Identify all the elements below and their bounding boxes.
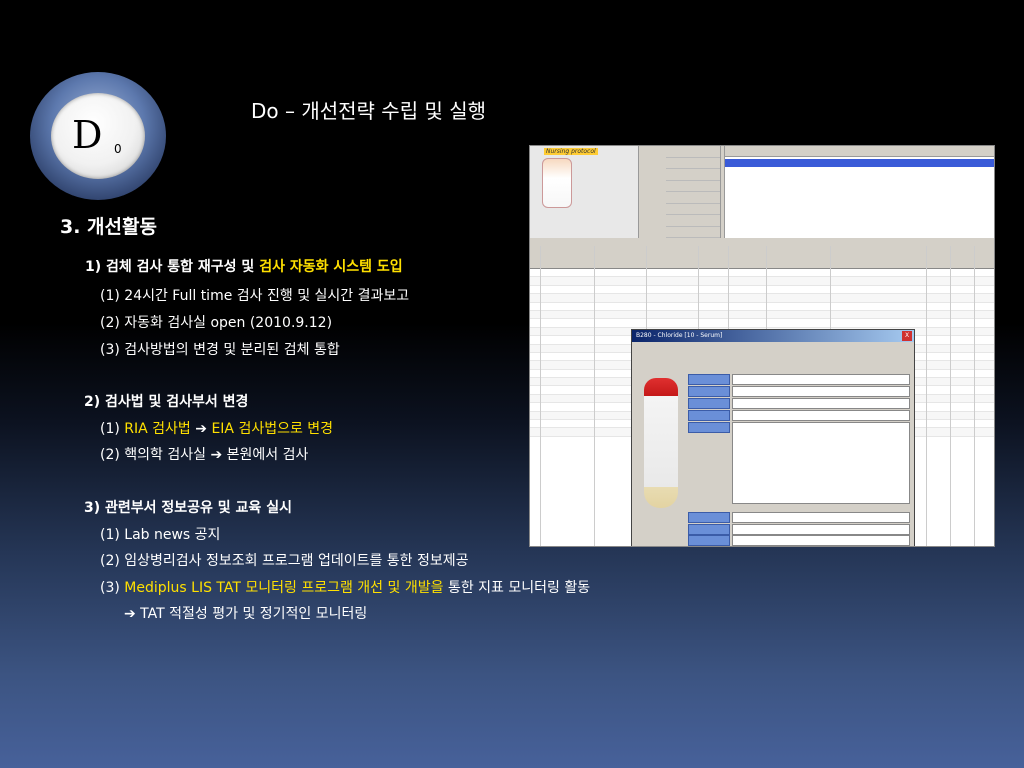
item-2-1-ria: RIA 검사법 bbox=[124, 421, 191, 437]
blood-tube-image bbox=[644, 378, 678, 508]
arrow-icon: ➔ bbox=[195, 421, 207, 437]
dialog-titlebar: B280 - Chloride [10 - Serum] bbox=[632, 330, 914, 342]
item-3-2: (2) 임상병리검사 정보조회 프로그램 업데이트를 통한 정보제공 bbox=[100, 553, 469, 569]
item-3-3: (3) Mediplus LIS TAT 모니터링 프로그램 개선 및 개발을 … bbox=[100, 577, 590, 597]
item-3-3-highlight: Mediplus LIS TAT 모니터링 프로그램 개선 및 개발을 bbox=[124, 580, 444, 596]
item-3-3-prefix: (3) bbox=[100, 580, 125, 596]
item-2-1-prefix: (1) bbox=[100, 421, 125, 437]
section-heading: 3. 개선활동 bbox=[60, 216, 157, 238]
slide-title: Do – 개선전략 수립 및 실행 bbox=[251, 99, 487, 123]
item-3-3-suffix: 통한 지표 모니터링 활동 bbox=[443, 580, 591, 596]
diagnosis-pane bbox=[724, 146, 994, 238]
item-2-heading: 2) 검사법 및 검사부서 변경 bbox=[84, 394, 249, 410]
item-1-heading: 1) 검체 검사 통합 재구성 및 검사 자동화 시스템 도입 bbox=[85, 256, 403, 276]
item-1-1: (1) 24시간 Full time 검사 진행 및 실시간 결과보고 bbox=[100, 288, 410, 304]
item-3-1: (1) Lab news 공지 bbox=[100, 527, 221, 543]
item-2-1-eia: EIA 검사법으로 변경 bbox=[211, 421, 334, 437]
nursing-protocol-label: Nursing protocol bbox=[544, 148, 598, 155]
emr-screenshot: Nursing protocol B280 - Chloride [10 - S… bbox=[529, 145, 995, 547]
item-1-prefix: 1) 검체 검사 통합 재구성 및 bbox=[85, 259, 260, 275]
badge-letter: D bbox=[72, 113, 103, 157]
item-3-heading: 3) 관련부서 정보공유 및 교육 실시 bbox=[84, 500, 292, 516]
nursing-protocol-panel: Nursing protocol bbox=[530, 146, 639, 238]
item-1-2: (2) 자동화 검사실 open (2010.9.12) bbox=[100, 315, 333, 331]
selected-row bbox=[725, 159, 994, 167]
item-1-3: (3) 검사방법의 변경 및 분리된 검체 통합 bbox=[100, 342, 340, 358]
item-2-2: (2) 핵의학 검사실 ➔ 본원에서 검사 bbox=[100, 447, 309, 463]
nurse-illustration bbox=[542, 158, 572, 208]
step-badge: D 0 bbox=[30, 72, 170, 202]
order-menu bbox=[666, 146, 721, 238]
item-2-1: (1) RIA 검사법 ➔ EIA 검사법으로 변경 bbox=[100, 418, 333, 438]
test-info-dialog: B280 - Chloride [10 - Serum] X bbox=[631, 329, 915, 546]
item-1-highlight: 검사 자동화 시스템 도입 bbox=[259, 259, 403, 275]
badge-subscript: 0 bbox=[114, 142, 122, 156]
item-3-4: ➔ TAT 적절성 평가 및 정기적인 모니터링 bbox=[124, 606, 368, 622]
close-icon[interactable]: X bbox=[902, 331, 912, 341]
